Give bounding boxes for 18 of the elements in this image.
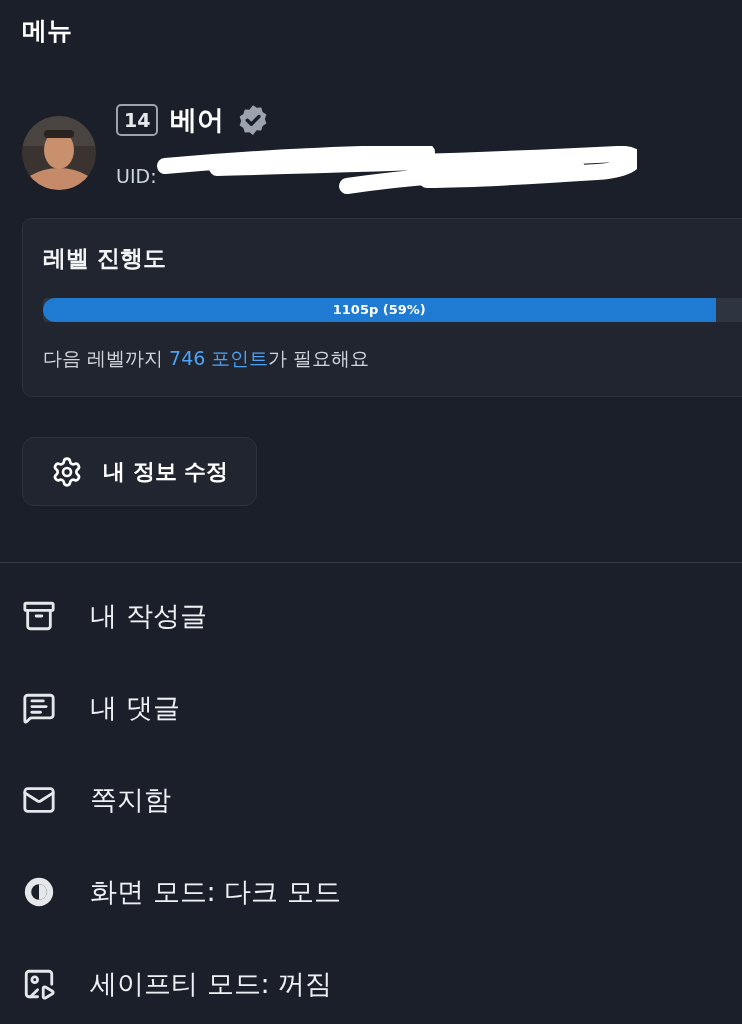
contrast-icon (22, 875, 56, 909)
edit-profile-button[interactable]: 내 정보 수정 (22, 437, 258, 506)
menu-item[interactable]: 세이프티 모드: 꺼짐 (90, 967, 333, 1001)
menu-item[interactable]: 내 댓글 (90, 691, 180, 725)
message-icon (22, 691, 56, 725)
points-note: 다음 레벨까지 746 포인트가 필요해요 (43, 345, 371, 371)
settings-icon (51, 455, 83, 488)
menu-item[interactable]: 화면 모드: 다크 모드 (90, 875, 341, 909)
progress-label: 1105p (59%) (332, 300, 426, 319)
menu-item[interactable]: 내 작성글 (90, 599, 207, 633)
uid-label: UID: (116, 163, 157, 189)
user-name: 베어 (170, 102, 225, 137)
level-badge: 14 (116, 103, 159, 136)
card-title: 레벨 진행도 (43, 244, 167, 273)
image-icon (22, 967, 56, 1001)
menu-item[interactable]: 쪽지함 (90, 783, 171, 817)
menu-title: 메뉴 (22, 15, 73, 47)
archive-icon (22, 599, 56, 633)
